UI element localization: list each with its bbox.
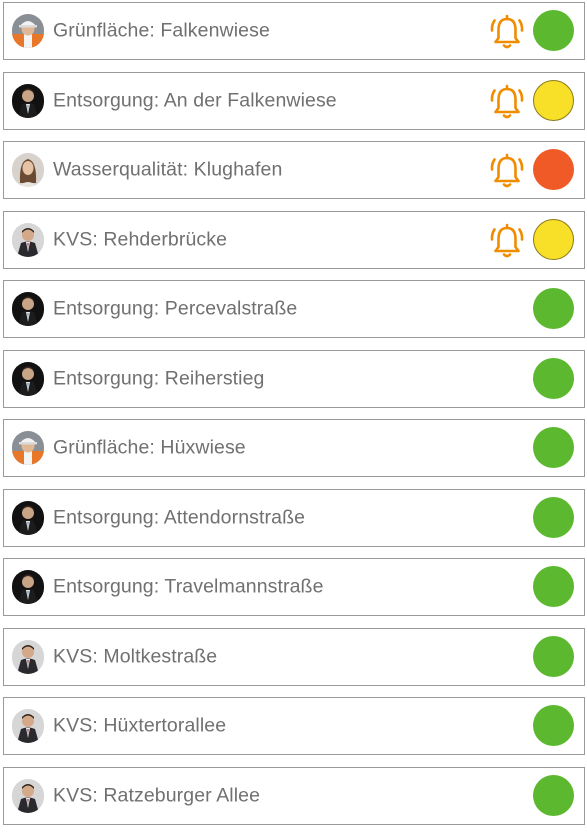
list-item[interactable]: Entsorgung: Attendornstraße xyxy=(3,488,585,547)
status-green-indicator xyxy=(533,357,574,399)
alarm-bell-icon[interactable] xyxy=(487,222,527,260)
status-green-indicator xyxy=(533,705,574,746)
status-green-indicator xyxy=(533,288,574,329)
alarm-bell-icon[interactable] xyxy=(487,13,527,51)
worker-avatar xyxy=(12,14,44,48)
status-red-indicator xyxy=(533,149,574,190)
monitoring-list: Grünfläche: Falkenwiese Entsorgung: An d… xyxy=(3,2,585,836)
list-item[interactable]: KVS: Rehderbrücke xyxy=(3,210,585,269)
status-yellow-indicator xyxy=(533,218,574,260)
man-dark-avatar xyxy=(12,292,44,326)
list-item[interactable]: Entsorgung: Travelmannstraße xyxy=(3,558,585,616)
item-label: Wasserqualität: Klughafen xyxy=(53,158,283,181)
woman-avatar xyxy=(12,153,44,187)
man-suit-avatar xyxy=(12,222,44,257)
man-suit-avatar xyxy=(12,639,44,674)
item-label: Grünfläche: Falkenwiese xyxy=(53,19,270,42)
item-label: KVS: Hüxtertorallee xyxy=(53,714,227,737)
item-label: Entsorgung: Percevalstraße xyxy=(53,297,298,320)
item-label: KVS: Rehderbrücke xyxy=(53,228,228,250)
list-item[interactable]: Entsorgung: Percevalstraße xyxy=(3,280,585,338)
man-dark-avatar xyxy=(12,500,44,535)
man-suit-avatar xyxy=(12,709,44,743)
list-item[interactable]: Wasserqualität: Klughafen xyxy=(3,141,585,199)
item-label: Entsorgung: An der Falkenwiese xyxy=(53,89,337,111)
man-dark-avatar xyxy=(12,570,44,604)
man-dark-avatar xyxy=(12,361,44,396)
status-yellow-indicator xyxy=(533,79,574,121)
list-item[interactable]: Grünfläche: Falkenwiese xyxy=(3,2,585,60)
list-item[interactable]: Entsorgung: An der Falkenwiese xyxy=(3,71,585,130)
item-label: Grünfläche: Hüxwiese xyxy=(53,436,246,459)
item-label: KVS: Ratzeburger Allee xyxy=(53,784,261,806)
item-label: KVS: Moltkestraße xyxy=(53,645,218,667)
man-suit-avatar xyxy=(12,778,44,813)
alarm-bell-icon[interactable] xyxy=(487,83,527,121)
item-label: Entsorgung: Travelmannstraße xyxy=(53,575,324,598)
status-green-indicator xyxy=(533,496,574,538)
status-green-indicator xyxy=(533,774,574,816)
item-label: Entsorgung: Attendornstraße xyxy=(53,506,306,528)
list-item[interactable]: Entsorgung: Reiherstieg xyxy=(3,349,585,408)
list-item[interactable]: KVS: Hüxtertorallee xyxy=(3,697,585,755)
alarm-bell-icon[interactable] xyxy=(487,152,527,190)
status-green-indicator xyxy=(533,566,574,607)
man-dark-avatar xyxy=(12,83,44,118)
list-item[interactable]: Grünfläche: Hüxwiese xyxy=(3,419,585,477)
status-green-indicator xyxy=(533,10,574,51)
status-green-indicator xyxy=(533,427,574,468)
list-item[interactable]: KVS: Ratzeburger Allee xyxy=(3,766,585,825)
item-label: Entsorgung: Reiherstieg xyxy=(53,367,265,389)
list-item[interactable]: KVS: Moltkestraße xyxy=(3,627,585,686)
status-green-indicator xyxy=(533,635,574,677)
worker-avatar xyxy=(12,431,44,465)
